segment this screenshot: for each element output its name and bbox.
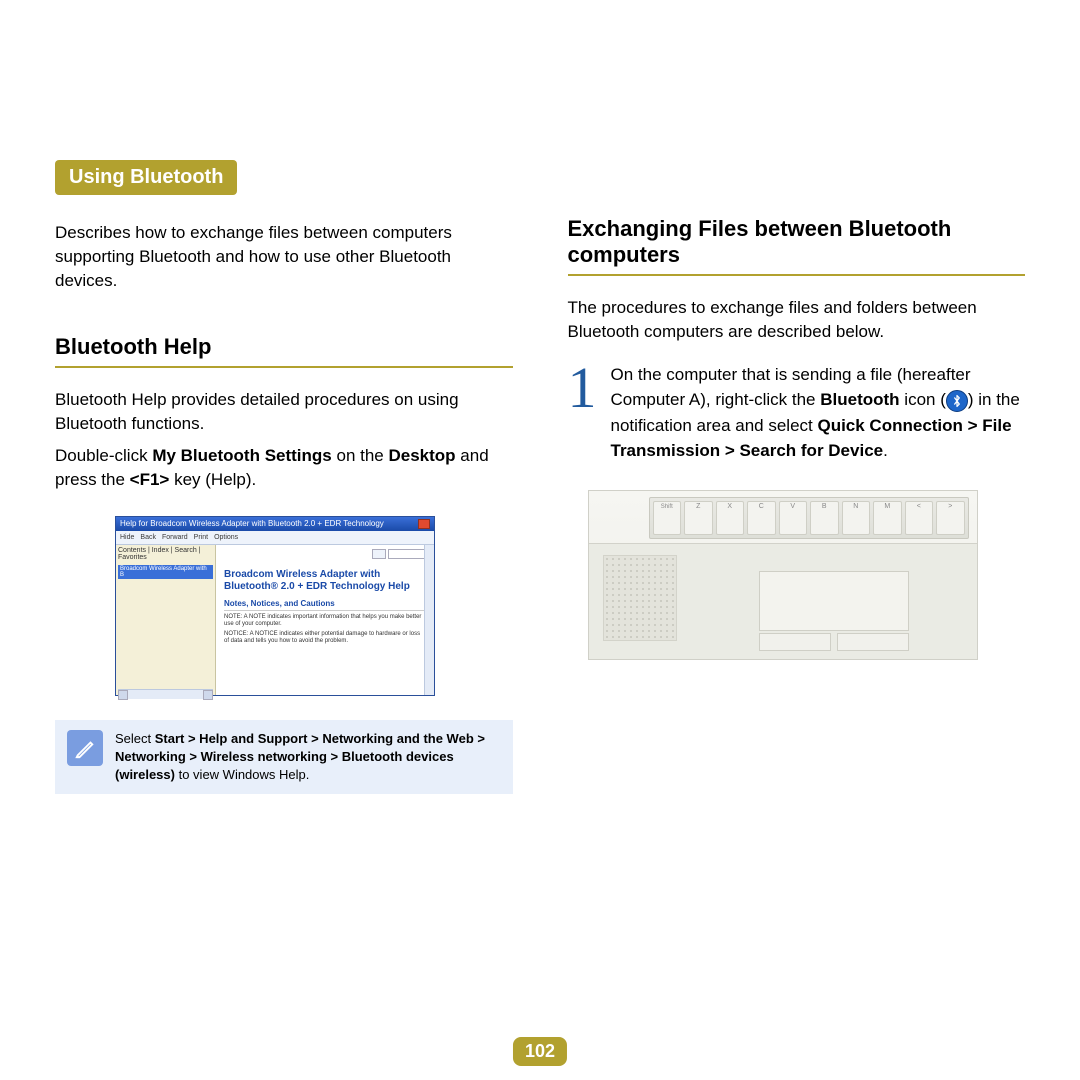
speaker-grille xyxy=(603,555,677,641)
help-window-screenshot: Help for Broadcom Wireless Adapter with … xyxy=(115,516,435,696)
close-icon xyxy=(418,519,430,529)
touchpad xyxy=(759,571,909,631)
help-window-content: Broadcom Wireless Adapter with Bluetooth… xyxy=(216,545,434,695)
bluetooth-icon xyxy=(946,390,968,412)
intro-text: Describes how to exchange files between … xyxy=(55,221,513,292)
page-number: 102 xyxy=(513,1037,567,1066)
right-column: Exchanging Files between Bluetooth compu… xyxy=(568,160,1026,794)
step-number: 1 xyxy=(568,362,597,464)
section-badge: Using Bluetooth xyxy=(55,160,237,195)
note-icon xyxy=(67,730,103,766)
touchpad-buttons xyxy=(759,633,909,651)
help-window-title: Help for Broadcom Wireless Adapter with … xyxy=(120,519,384,528)
help-window-nav: Contents | Index | Search | Favorites Br… xyxy=(116,545,216,695)
bluetooth-help-heading: Bluetooth Help xyxy=(55,334,513,368)
laptop-illustration: Shift Z X C V B N M < > xyxy=(588,490,978,660)
tip-text: Select Start > Help and Support > Networ… xyxy=(115,730,501,785)
step-text: On the computer that is sending a file (… xyxy=(611,362,1026,464)
help-window-toolbar: Hide Back Forward Print Options xyxy=(116,531,434,545)
step-1: 1 On the computer that is sending a file… xyxy=(568,362,1026,464)
help-description-1: Bluetooth Help provides detailed procedu… xyxy=(55,388,513,436)
tip-box: Select Start > Help and Support > Networ… xyxy=(55,720,513,795)
exchange-intro: The procedures to exchange files and fol… xyxy=(568,296,1026,344)
exchange-heading: Exchanging Files between Bluetooth compu… xyxy=(568,216,1026,276)
left-column: Using Bluetooth Describes how to exchang… xyxy=(55,160,513,794)
help-window-titlebar: Help for Broadcom Wireless Adapter with … xyxy=(116,517,434,531)
help-description-2: Double-click My Bluetooth Settings on th… xyxy=(55,444,513,492)
keyboard-row: Shift Z X C V B N M < > xyxy=(649,497,969,539)
